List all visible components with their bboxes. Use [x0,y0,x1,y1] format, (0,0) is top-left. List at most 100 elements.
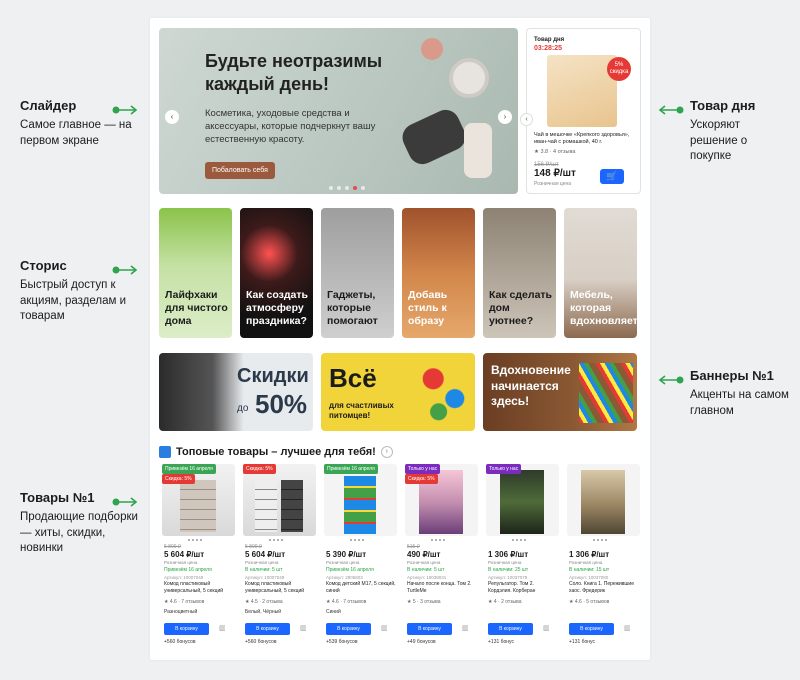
product-card[interactable]: 1 306 ₽/шт Розничная цена В наличии: 15 … [567,464,640,646]
story-label: Как сделать дом уютнее? [489,288,552,327]
story-label: Лайфхаки для чистого дома [165,288,228,327]
note-text: Акценты на самом главном [690,389,789,417]
note-text: Быстрый доступ к акциям, разделам и това… [20,279,126,323]
price: 490 ₽/шт [407,550,441,559]
compare-icon[interactable]: ▥ [462,624,469,632]
product-name[interactable]: Соло. Книга 1. Пережившие хаос. Фредерик [569,581,639,594]
decor-sponge [397,105,471,169]
slider-title: Будьте неотразимы каждый день! [205,51,383,94]
product-name[interactable]: Комод детский М17, 5 секций, синий [326,581,396,594]
delivery-info: В наличии: 25 шт [488,567,529,573]
price-note: Розничная цена [164,560,198,565]
product-image[interactable] [486,464,559,536]
add-to-cart-button[interactable]: В корзину [569,623,614,635]
image-dots [431,539,445,541]
rating: ★ 4.6 · 7 отзывов [326,599,367,605]
add-to-cart-button[interactable]: В корзину [245,623,290,635]
color-option: Синий [326,609,341,615]
banner-art[interactable]: Вдохновение начинается здесь! [483,353,637,431]
article: Артикул: 10038031 [407,575,447,580]
deal-of-day[interactable]: ‹ Товар дня 03:28:25 5% скидка Чай в меш… [520,28,641,194]
product-tag: Привезём 16 апреля [324,464,378,474]
product-card[interactable]: Привезём 16 апреля 5 390 ₽/шт Розничная … [324,464,397,646]
product-card[interactable]: Привезём 16 апреля Скидка: 5% 5 899 ₽ 5 … [162,464,235,646]
arrow-right-icon [112,265,138,275]
story-card[interactable]: Как сделать дом уютнее? [483,208,556,338]
deal-cart-button[interactable]: 🛒 [600,169,624,184]
product-name[interactable]: Комод пластиковый универсальный, 5 секци… [245,581,315,594]
deal-price: 148 ₽/шт [534,168,576,179]
product-tag: Только у нас [486,464,522,474]
product-card[interactable]: Только у нас 1 306 ₽/шт Розничная цена В… [486,464,559,646]
product-image[interactable] [567,464,640,536]
article: Артикул: 10037079 [488,575,528,580]
add-to-cart-button[interactable]: В корзину [488,623,533,635]
compare-icon[interactable]: ▥ [543,624,550,632]
note-banners: Баннеры №1 Акценты на самом главном [690,368,790,419]
price: 1 306 ₽/шт [569,550,610,559]
product-tag: Только у нас [405,464,441,474]
pet-toys-image [417,359,471,425]
bonus: +560 бонусов [164,639,196,645]
image-dots [188,539,202,541]
slider-dot[interactable] [337,186,341,190]
compare-icon[interactable]: ▥ [219,624,226,632]
slider-dot[interactable] [345,186,349,190]
price-note: Розничная цена [407,560,441,565]
add-to-cart-button[interactable]: В корзину [326,623,371,635]
deal-discount-badge: 5% скидка [607,57,631,81]
note-text: Самое главное — на первом экране [20,119,132,147]
arrow-left-icon [658,105,684,115]
product-name[interactable]: Репульгатор. Том 2. Кордэлия. Корберан [488,581,558,594]
story-card[interactable]: Добавь стиль к образу [402,208,475,338]
product-name[interactable]: Начало после конца. Том 2. TurtleMe [407,581,477,594]
slider-dot-active[interactable] [353,186,357,190]
banner-title: Вдохновение начинается здесь! [491,363,571,409]
slider-next-button[interactable]: › [498,110,512,124]
hero-slider[interactable]: Будьте неотразимы каждый день! Косметика… [159,28,518,194]
compare-icon[interactable]: ▥ [300,624,307,632]
add-to-cart-button[interactable]: В корзину [407,623,452,635]
product-image[interactable] [243,464,316,536]
bonus: +49 бонусов [407,639,436,645]
story-card[interactable]: Мебель, которая вдохновляет [564,208,637,338]
product-card[interactable]: Скидка: 5% 5 899 ₽ 5 604 ₽/шт Розничная … [243,464,316,646]
section-more-button[interactable]: › [380,446,393,458]
stories-row: Лайфхаки для чистого дома Как создать ат… [159,208,637,338]
banner-sale[interactable]: Скидки до 50% [159,353,313,431]
deal-product-name[interactable]: Чай в мешочке «Крепкого здоровья», иван-… [534,132,636,146]
deal-rating: ★ 3.8 · 4 отзыва [534,149,576,155]
note-text: Продающие подборки — хиты, скидки, новин… [20,511,138,555]
story-label: Как создать атмосферу праздника? [246,288,308,327]
rating: ★ 5 · 3 отзыва [407,599,441,605]
article: Артикул: 10007049 [164,575,204,580]
rating: ★ 4.6 · 5 отзывов [569,599,610,605]
slider-cta-button[interactable]: Побаловать себя [205,162,275,179]
product-name[interactable]: Комод пластиковый универсальный, 5 секци… [164,581,234,594]
story-card[interactable]: Как создать атмосферу праздника? [240,208,313,338]
story-label: Добавь стиль к образу [408,288,448,327]
story-card[interactable]: Лайфхаки для чистого дома [159,208,232,338]
product-image[interactable] [324,464,397,536]
compare-icon[interactable]: ▥ [381,624,388,632]
slider-prev-button[interactable]: ‹ [165,110,179,124]
deal-prev-button[interactable]: ‹ [520,113,533,126]
deal-old-price: 156 ₽/шт [534,162,559,168]
compare-icon[interactable]: ▥ [624,624,631,632]
rating: ★ 4.6 · 7 отзывов [164,599,205,605]
delivery-info: В наличии: 15 шт [569,567,610,573]
slider-dot[interactable] [361,186,365,190]
banner-title: Скидки [237,365,309,387]
product-card[interactable]: Только у нас Скидка: 5% 515 ₽ 490 ₽/шт Р… [405,464,478,646]
delivery-info: В наличии: 5 шт [407,567,445,573]
note-deal: Товар дня Ускоряют решение о покупке [690,98,790,165]
article: Артикул: 10007049 [245,575,285,580]
arrow-left-icon [658,375,684,385]
note-title: Товар дня [690,98,756,113]
bonus: +131 бонус [488,639,515,645]
add-to-cart-button[interactable]: В корзину [164,623,209,635]
slider-dot[interactable] [329,186,333,190]
banner-pets[interactable]: Всё для счастливых питомцев! [321,353,475,431]
story-card[interactable]: Гаджеты, которые помогают [321,208,394,338]
banner-subtitle: для счастливых питомцев! [329,401,394,420]
